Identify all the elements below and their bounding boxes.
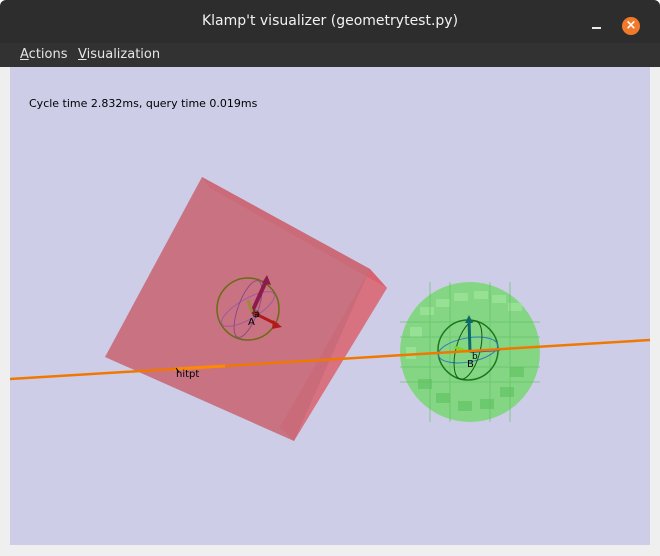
scene-canvas: hitpt A a B b (10, 177, 650, 441)
minimize-icon (592, 27, 601, 29)
hit-point-label: hitpt (176, 369, 199, 380)
menu-visualization[interactable]: Visualization (78, 43, 160, 67)
frame-bottom (0, 545, 660, 556)
menu-actions[interactable]: Actions (20, 43, 68, 67)
menu-visualization-mnemonic: V (78, 47, 87, 62)
menu-visualization-label: isualization (86, 47, 161, 62)
close-button[interactable]: × (622, 17, 640, 35)
menu-bar: Actions Visualization (0, 43, 660, 67)
window-title: Klamp't visualizer (geometrytest.py) (201, 13, 459, 29)
menu-actions-label: ctions (28, 47, 68, 62)
app-window: Klamp't visualizer (geometrytest.py) × A… (0, 0, 660, 556)
point-a-label: a (254, 310, 260, 320)
title-bar[interactable]: Klamp't visualizer (geometrytest.py) × (0, 0, 660, 43)
menu-actions-mnemonic: A (20, 47, 29, 62)
point-b-label: b (472, 352, 478, 362)
frame-right (650, 67, 660, 556)
frame-left (0, 67, 10, 556)
minimize-button[interactable] (586, 14, 608, 34)
close-icon: × (625, 18, 637, 33)
3d-viewport[interactable]: Cycle time 2.832ms, query time 0.019ms h… (10, 67, 650, 545)
